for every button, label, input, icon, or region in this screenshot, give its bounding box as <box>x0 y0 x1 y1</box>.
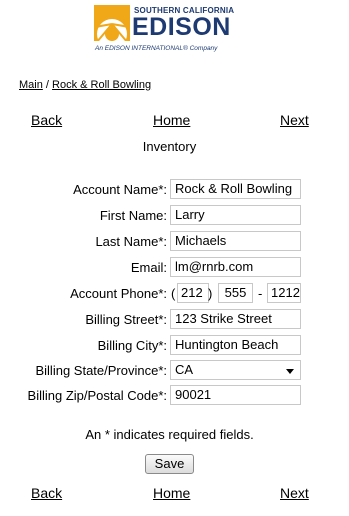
first-name-label: First Name: <box>99 208 167 223</box>
save-button[interactable]: Save <box>145 454 194 474</box>
company-logo: SOUTHERN CALIFORNIA EDISON An EDISON INT… <box>94 3 243 57</box>
billing-city-label: Billing City*: <box>97 338 167 353</box>
phone-area-code-input[interactable]: 212 <box>177 283 209 303</box>
billing-street-row: Billing Street*: 123 Strike Street <box>0 309 349 329</box>
breadcrumb-current-link[interactable]: Rock & Roll Bowling <box>52 79 151 91</box>
last-name-row: Last Name*: Michaels <box>0 231 349 251</box>
billing-city-row: Billing City*: Huntington Beach <box>0 335 349 355</box>
breadcrumb: Main / Rock & Roll Bowling <box>19 79 151 91</box>
account-name-input[interactable]: Rock & Roll Bowling <box>170 179 301 199</box>
billing-state-row: Billing State/Province*: CA <box>0 360 349 380</box>
next-link-top[interactable]: Next <box>280 112 309 128</box>
first-name-input[interactable]: Larry <box>170 205 301 225</box>
first-name-row: First Name: Larry <box>0 205 349 225</box>
top-navigation: Back Home Next <box>0 112 349 128</box>
phone-prefix-input[interactable]: 555 <box>218 283 253 303</box>
phone-close-paren: ) <box>208 286 213 301</box>
account-phone-row: Account Phone*: ( 212 ) 555 - 1212 <box>0 283 349 303</box>
billing-state-value: CA <box>175 362 194 377</box>
phone-line-input[interactable]: 1212 <box>267 283 301 303</box>
billing-state-select[interactable]: CA <box>170 360 301 380</box>
logo-wordmark: EDISON <box>132 13 231 41</box>
breadcrumb-main-link[interactable]: Main <box>19 79 43 91</box>
last-name-input[interactable]: Michaels <box>170 231 301 251</box>
billing-zip-label: Billing Zip/Postal Code*: <box>27 388 167 403</box>
home-link-top[interactable]: Home <box>153 112 190 128</box>
bottom-navigation: Back Home Next <box>0 485 349 501</box>
billing-zip-row: Billing Zip/Postal Code*: 90021 <box>0 385 349 405</box>
email-input[interactable]: lm@rnrb.com <box>170 257 301 277</box>
back-link-top[interactable]: Back <box>31 112 62 128</box>
required-fields-note: An * indicates required fields. <box>85 427 254 442</box>
last-name-label: Last Name*: <box>95 234 167 249</box>
billing-zip-input[interactable]: 90021 <box>170 385 301 405</box>
account-name-row: Account Name*: Rock & Roll Bowling <box>0 179 349 199</box>
phone-dash: - <box>258 286 263 301</box>
home-link-bottom[interactable]: Home <box>153 485 190 501</box>
account-phone-label: Account Phone*: <box>70 286 167 301</box>
back-link-bottom[interactable]: Back <box>31 485 62 501</box>
breadcrumb-separator: / <box>45 79 49 91</box>
email-row: Email: lm@rnrb.com <box>0 257 349 277</box>
billing-street-label: Billing Street*: <box>85 312 167 327</box>
logo-tagline: An EDISON INTERNATIONAL® Company <box>95 45 218 52</box>
billing-city-input[interactable]: Huntington Beach <box>170 335 301 355</box>
sun-logo-icon <box>94 5 130 41</box>
phone-open-paren: ( <box>171 286 176 301</box>
billing-state-label: Billing State/Province*: <box>35 363 167 378</box>
dropdown-arrow-icon <box>286 369 294 374</box>
billing-street-input[interactable]: 123 Strike Street <box>170 309 301 329</box>
next-link-bottom[interactable]: Next <box>280 485 309 501</box>
account-name-label: Account Name*: <box>73 182 167 197</box>
page-title: Inventory <box>142 139 197 154</box>
email-label: Email: <box>130 260 167 275</box>
